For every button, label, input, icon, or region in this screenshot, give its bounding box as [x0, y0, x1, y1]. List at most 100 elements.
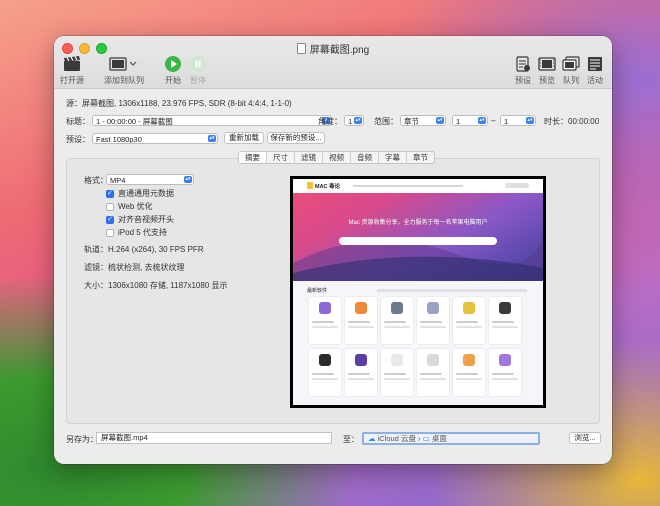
app-icon: [391, 354, 403, 366]
queue-button[interactable]: 队列: [562, 55, 580, 86]
title-select-value: 1 - 00:00:00 - 屏幕截图: [96, 117, 173, 126]
chevron-updown-icon: ▴▾: [526, 117, 534, 124]
path-separator: ›: [418, 434, 421, 443]
card-text-line: [384, 378, 410, 380]
preview-app-card: [417, 297, 449, 344]
filename-value: 屏幕截图.mp4: [101, 433, 148, 442]
preview-category-bar: [377, 289, 527, 292]
align-av-start-checkbox[interactable]: ✓ 对齐音视频开头: [106, 214, 174, 225]
activity-button[interactable]: 活动: [586, 55, 604, 86]
preview-app-card: [381, 297, 413, 344]
passthru-metadata-checkbox[interactable]: ✓ 直通通用元数据: [106, 188, 174, 199]
start-label: 开始: [165, 76, 181, 85]
angle-select-value: 1: [348, 117, 353, 126]
chevron-updown-icon: ▴▾: [478, 117, 486, 124]
preview-label: 预览: [539, 76, 555, 85]
destination-path-control[interactable]: ☁ iCloud 云盘 › ▭ 桌面: [362, 432, 540, 445]
card-text-line: [384, 321, 406, 323]
preview-app-card: [489, 349, 521, 396]
format-select[interactable]: MP4 ▴▾: [106, 174, 194, 185]
align-av-start-label: 对齐音视频开头: [118, 215, 174, 224]
track-row: 轨道：H.264 (x264), 30 FPS PFR: [84, 244, 204, 255]
app-icon: [355, 302, 367, 314]
source-label: 源：: [66, 99, 82, 108]
document-icon: [296, 43, 306, 54]
range-type-select[interactable]: 章节 ▴▾: [400, 115, 446, 126]
card-text-line: [384, 326, 410, 328]
app-icon: [319, 302, 331, 314]
site-logo-icon: [307, 182, 313, 189]
tab-dimensions[interactable]: 尺寸: [267, 152, 295, 163]
angle-select[interactable]: 1 ▴▾: [344, 115, 364, 126]
passthru-metadata-label: 直通通用元数据: [118, 189, 174, 198]
source-info: 屏幕截图, 1306x1188, 23.976 FPS, SDR (8-bit …: [82, 99, 292, 108]
card-text-line: [348, 321, 370, 323]
browse-button[interactable]: 浏览...: [569, 432, 601, 444]
card-text-line: [456, 378, 482, 380]
save-new-preset-button[interactable]: 保存新的预设...: [267, 132, 325, 144]
app-icon: [391, 302, 403, 314]
reload-preset-button[interactable]: 重新加载: [224, 132, 264, 144]
pause-button[interactable]: 暂停: [189, 55, 207, 86]
preview-button[interactable]: 预览: [538, 55, 556, 86]
tab-summary[interactable]: 摘要: [239, 152, 267, 163]
window-title-text: 屏幕截图.png: [309, 45, 370, 56]
preview-thumbnail[interactable]: MAC 毒论 Mac 资源收集分享，全力服务于每一名苹果电脑用户 最新软件: [290, 176, 546, 408]
presets-button[interactable]: 预设: [514, 55, 532, 86]
card-text-line: [420, 378, 446, 380]
card-text-line: [456, 321, 478, 323]
checkmark-icon: ✓: [106, 189, 114, 198]
card-text-line: [312, 321, 334, 323]
web-optimized-checkbox[interactable]: Web 优化: [106, 201, 153, 212]
pause-icon: [189, 55, 207, 73]
tab-video[interactable]: 视频: [323, 152, 351, 163]
preview-search-bar: [339, 237, 497, 245]
card-text-line: [312, 373, 334, 375]
start-button[interactable]: 开始: [164, 55, 182, 86]
preview-app-card: [489, 297, 521, 344]
size-value: 1306x1080 存储, 1187x1080 显示: [108, 281, 228, 290]
range-label: 范围：: [374, 117, 398, 126]
cloud-icon: ☁: [368, 434, 376, 443]
tab-audio[interactable]: 音频: [351, 152, 379, 163]
range-end-select[interactable]: 1 ▴▾: [500, 115, 536, 126]
preview-app-card: [453, 349, 485, 396]
duration-value: 00:00:00: [568, 117, 600, 126]
card-text-line: [456, 373, 478, 375]
size-row: 大小：1306x1080 存储, 1187x1080 显示: [84, 280, 227, 291]
tab-chapters[interactable]: 章节: [407, 152, 434, 163]
destination-label: 至：: [343, 435, 359, 444]
duration-label: 时长：: [544, 117, 568, 126]
app-icon: [355, 354, 367, 366]
preset-select-value: Fast 1080p30: [96, 135, 142, 144]
location-root: iCloud 云盘: [377, 434, 416, 443]
preview-app-card: [309, 297, 341, 344]
title-select[interactable]: 1 - 00:00:00 - 屏幕截图 ▴▾: [92, 115, 332, 126]
format-select-value: MP4: [110, 176, 126, 185]
range-type-value: 章节: [404, 117, 419, 126]
preview-app-card: [453, 297, 485, 344]
card-text-line: [312, 378, 338, 380]
location-folder: 桌面: [431, 434, 447, 443]
filename-input[interactable]: 屏幕截图.mp4: [96, 432, 332, 444]
preview-app-card: [345, 297, 377, 344]
range-separator: –: [491, 116, 496, 125]
preset-label: 预设：: [66, 135, 90, 144]
card-text-line: [312, 326, 338, 328]
tab-filters[interactable]: 滤镜: [295, 152, 323, 163]
tab-subtitles[interactable]: 字幕: [379, 152, 407, 163]
add-to-queue-button[interactable]: 添加到队列: [104, 55, 144, 86]
filter-value: 梳状检测, 去梳状纹理: [108, 263, 185, 272]
open-source-button[interactable]: 打开源: [60, 55, 84, 86]
card-text-line: [492, 326, 518, 328]
handbrake-window: 屏幕截图.png 打开源 添加到队列 开始 暂停 预设 预览 队列 活动 源：屏…: [54, 36, 612, 464]
range-start-value: 1: [456, 117, 461, 126]
card-text-line: [420, 373, 442, 375]
ipod-support-checkbox[interactable]: iPod 5 代支持: [106, 227, 167, 238]
site-logo-text: MAC 毒论: [315, 184, 341, 190]
preview-site-nav: MAC 毒论: [293, 179, 543, 193]
play-icon: [164, 55, 182, 73]
range-start-select[interactable]: 1 ▴▾: [452, 115, 488, 126]
preview-app-card: [381, 349, 413, 396]
preset-select[interactable]: Fast 1080p30 ▴▾: [92, 133, 218, 144]
